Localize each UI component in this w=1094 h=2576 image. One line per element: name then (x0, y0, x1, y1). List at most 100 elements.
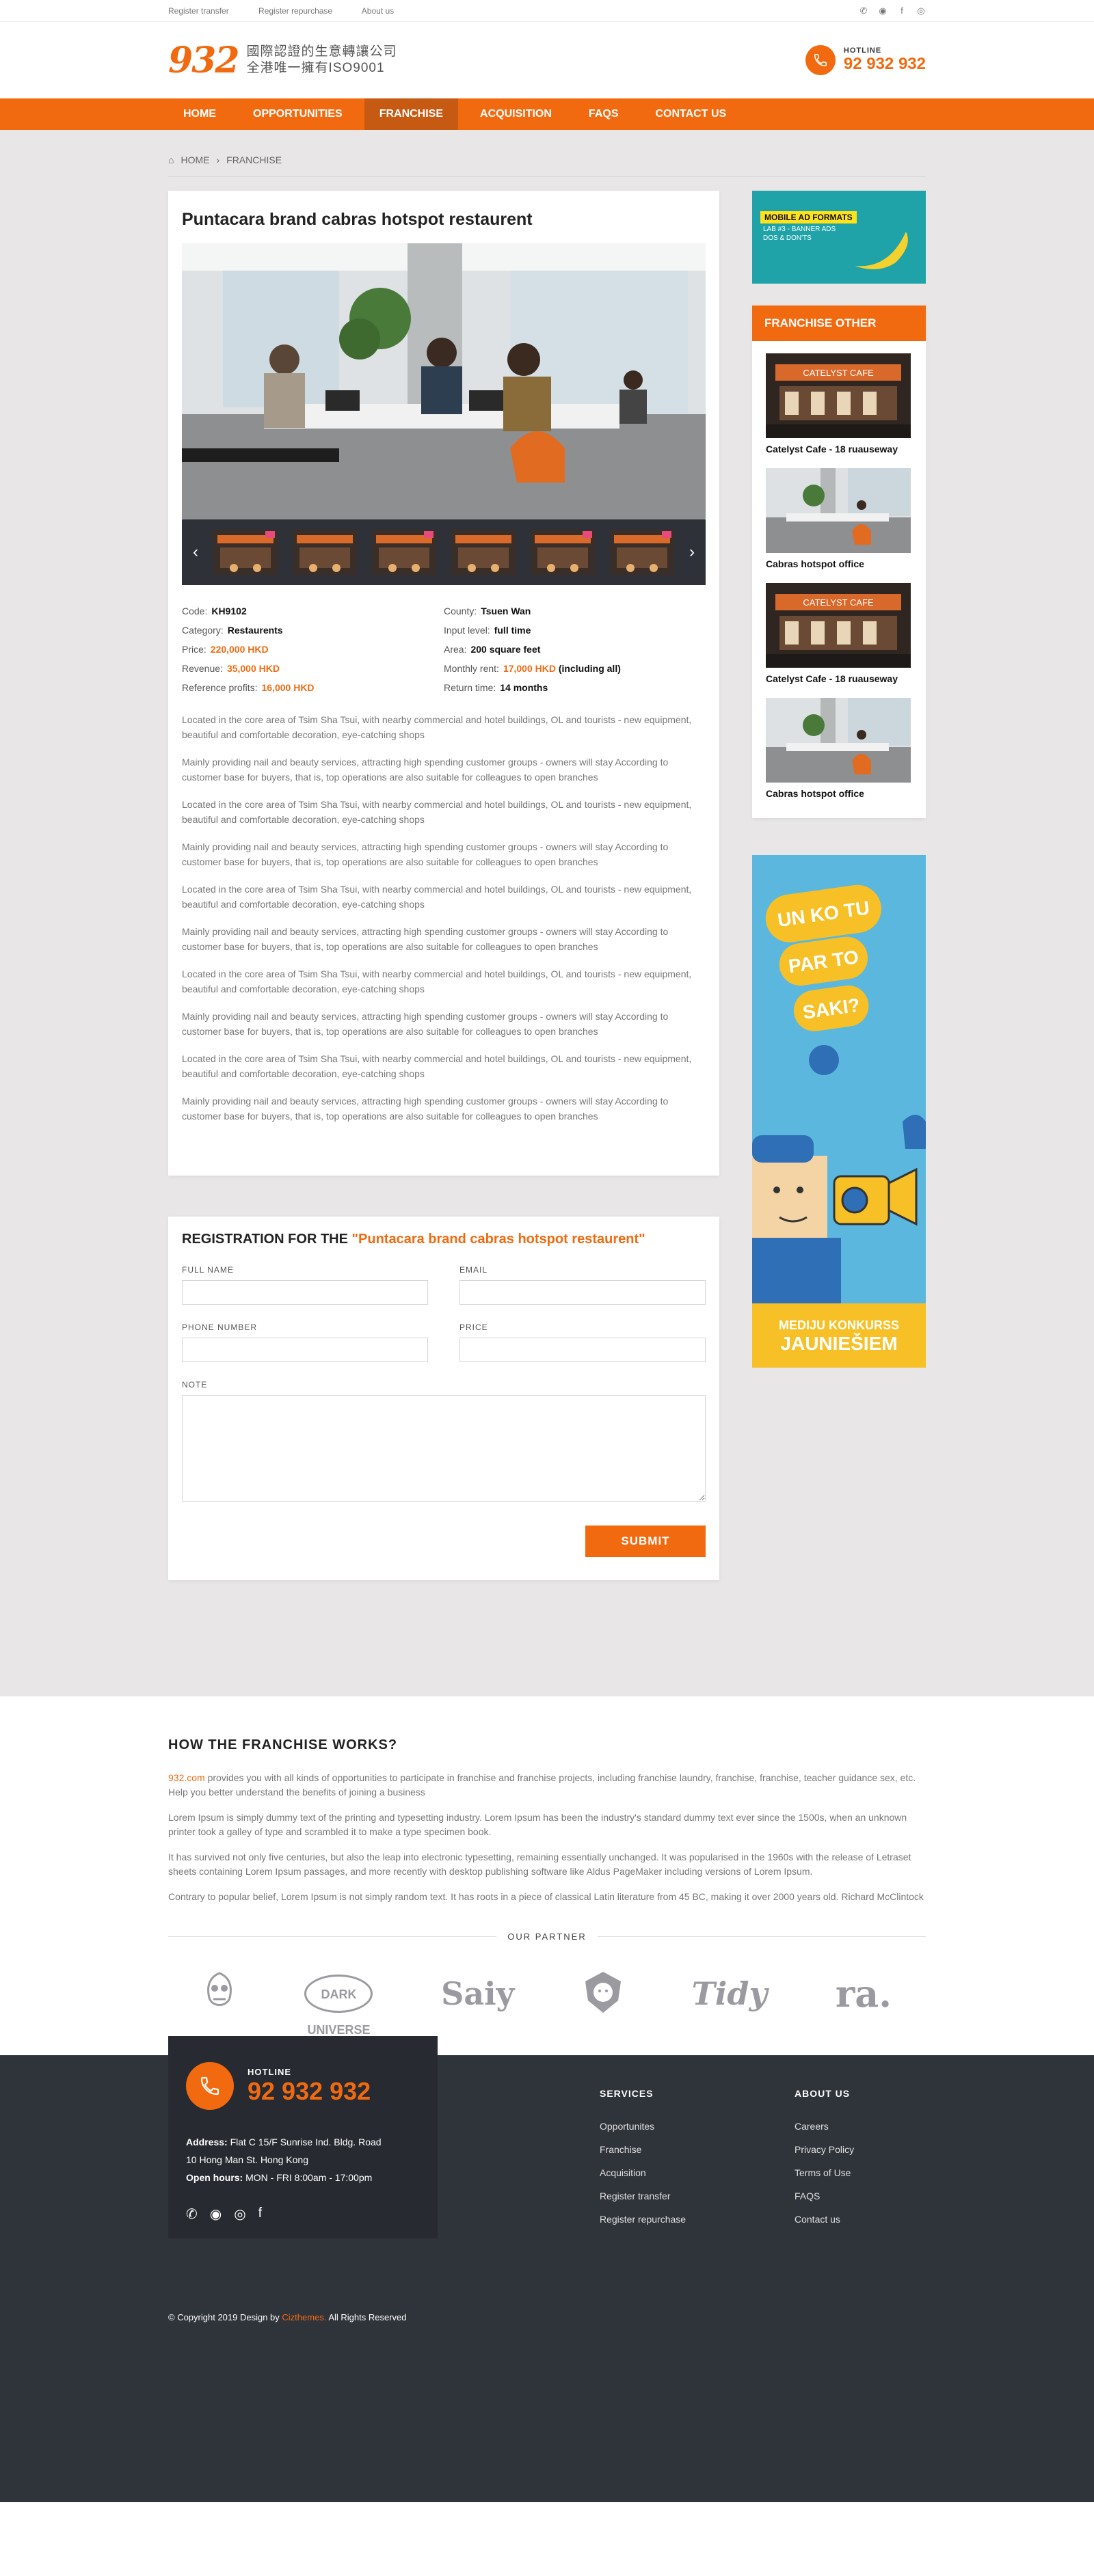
footer-link-privacy[interactable]: Privacy Policy (795, 2144, 854, 2155)
banner-ad-media-contest[interactable]: UN KO TU PAR TO SAKI? MEDIJU KONKURSS JA… (752, 855, 926, 1368)
next-arrow-icon[interactable]: › (689, 543, 695, 562)
listing-specs: Code: KH9102 County: Tsuen Wan Category: Re… (182, 606, 706, 693)
register-transfer-link[interactable]: Register transfer (168, 6, 229, 16)
nav-contact-us[interactable]: CONTACT US (640, 98, 741, 130)
register-repurchase-link[interactable]: Register repurchase (258, 6, 332, 16)
footer-link-contact[interactable]: Contact us (795, 2214, 854, 2225)
spec-label: Category: (182, 625, 224, 636)
footer-link-terms[interactable]: Terms of Use (795, 2167, 854, 2178)
thumbnail[interactable] (610, 530, 674, 575)
description-paragraph: Mainly providing nail and beauty service… (182, 757, 669, 783)
thumbnail[interactable] (451, 530, 516, 575)
partner-label: OUR PARTNER (507, 1931, 587, 1942)
header-hotline[interactable]: HOTLINE 92 932 932 (805, 45, 926, 75)
footer-link-faqs[interactable]: FAQS (795, 2191, 854, 2201)
instagram-icon[interactable]: ◎ (234, 2206, 245, 2223)
full-name-input[interactable] (182, 1280, 428, 1305)
spec-label: Reference profits: (182, 682, 258, 693)
footer-link-opportunites[interactable]: Opportunites (600, 2121, 686, 2132)
franchise-other-item[interactable]: CATELYST CAFE Catelyst Cafe - 18 ruausew… (766, 583, 912, 684)
listing-main-photo[interactable] (182, 243, 706, 519)
franchise-other-name[interactable]: Catelyst Cafe - 18 ruauseway (766, 673, 912, 684)
listing-title: Puntacara brand cabras hotspot restauren… (182, 210, 533, 229)
thumbnail[interactable] (531, 530, 595, 575)
works-paragraph: 932.com provides you with all kinds of o… (168, 1771, 926, 1800)
whatsapp-icon[interactable]: ✆ (186, 2206, 198, 2223)
saiy-logo[interactable]: Saiy (441, 1975, 514, 2012)
thumbnail[interactable] (372, 530, 436, 575)
franchise-other-item[interactable]: Cabras hotspot office (766, 698, 912, 799)
nav-faqs[interactable]: FAQS (574, 98, 634, 130)
description-paragraph: Located in the core area of Tsim Sha Tsu… (182, 884, 692, 910)
franchise-other-title: FRANCHISE OTHER (752, 306, 926, 341)
hotline-label: HOTLINE (843, 46, 882, 55)
franchise-other-item[interactable]: CATELYST CAFE Catelyst Cafe - 18 ruausew… (766, 353, 912, 455)
footer-link-franchise[interactable]: Franchise (600, 2144, 686, 2155)
dark-universe-logo[interactable]: DARK UNIVERSE (304, 1975, 373, 2037)
franchise-other-item[interactable]: Cabras hotspot office (766, 468, 912, 569)
footer-link-register-transfer[interactable]: Register transfer (600, 2191, 686, 2201)
logo-line-1: 國際認證的生意轉讓公司 (246, 44, 397, 59)
owl-logo-icon[interactable] (202, 1970, 237, 2018)
spec-value: 17,000 HKD (503, 663, 556, 674)
home-icon[interactable]: ⌂ (168, 154, 174, 165)
prev-arrow-icon[interactable]: ‹ (193, 543, 198, 562)
nav-acquisition[interactable]: ACQUISITION (465, 98, 567, 130)
description-paragraph: Located in the core area of Tsim Sha Tsu… (182, 799, 692, 825)
logo-number: 932 (168, 39, 240, 81)
nav-opportunities[interactable]: OPPORTUNITIES (238, 98, 358, 130)
cafe-photo: CATELYST CAFE (766, 353, 911, 438)
weibo-icon[interactable]: ◉ (210, 2206, 222, 2223)
about-us-link[interactable]: About us (362, 6, 394, 16)
registration-form: REGISTRATION FOR THE "Puntacara brand ca… (168, 1217, 719, 1580)
site-logo[interactable]: 932 國際認證的生意轉讓公司 全港唯一擁有ISO9001 (168, 40, 397, 81)
ra-logo[interactable]: ra. (836, 1972, 892, 2016)
nav-home[interactable]: HOME (168, 98, 231, 130)
instagram-icon[interactable]: ◎ (916, 5, 926, 16)
footer-address: Address: Flat C 15/F Sunrise Ind. Bldg. … (186, 2133, 420, 2151)
registration-title: REGISTRATION FOR THE "Puntacara brand ca… (182, 1232, 706, 1247)
copyright-brand-link[interactable]: Cizthemes. (282, 2312, 326, 2322)
facebook-icon[interactable]: f (897, 5, 907, 16)
spec-code: Code: KH9102 (182, 606, 444, 616)
spec-label: Area: (444, 644, 467, 655)
footer-hotline-number[interactable]: 92 932 932 (248, 2077, 371, 2106)
description-paragraph: Mainly providing nail and beauty service… (182, 926, 669, 952)
breadcrumb-home[interactable]: HOME (181, 154, 209, 165)
weibo-icon[interactable]: ◉ (878, 5, 888, 16)
lion-logo-icon[interactable] (583, 1970, 624, 2018)
spec-price: Price: 220,000 HKD (182, 644, 444, 655)
description-paragraph: Mainly providing nail and beauty service… (182, 1011, 669, 1037)
nav-franchise[interactable]: FRANCHISE (364, 98, 459, 130)
spec-monthly-rent: Monthly rent: 17,000 HKD (including all) (444, 663, 706, 674)
site-link[interactable]: 932.com (168, 1772, 205, 1783)
spec-input-level: Input level: full time (444, 625, 706, 636)
thumbnail[interactable] (293, 530, 357, 575)
footer-link-careers[interactable]: Careers (795, 2121, 854, 2132)
footer-address-line-2: 10 Hong Man St. Hong Kong (186, 2154, 309, 2165)
price-input[interactable] (459, 1338, 706, 1362)
ad-text: LAB #3 - BANNER ADS DOS & DON'TS (763, 225, 836, 243)
footer-link-acquisition[interactable]: Acquisition (600, 2167, 686, 2178)
whatsapp-icon[interactable]: ✆ (859, 5, 868, 16)
note-textarea[interactable] (182, 1395, 706, 1502)
franchise-other-name[interactable]: Cabras hotspot office (766, 788, 912, 799)
tidy-logo[interactable]: Tidy (692, 1975, 768, 2012)
listing-column: Puntacara brand cabras hotspot restauren… (168, 191, 719, 1580)
thumbnail[interactable] (213, 530, 278, 575)
franchise-other-name[interactable]: Cabras hotspot office (766, 558, 912, 569)
site-footer: HOTLINE 92 932 932 Address: Flat C 15/F … (0, 2036, 1094, 2502)
registration-title-listing: "Puntacara brand cabras hotspot restaure… (351, 1232, 645, 1247)
footer-link-register-repurchase[interactable]: Register repurchase (600, 2214, 686, 2225)
works-title: HOW THE FRANCHISE WORKS? (168, 1737, 398, 1752)
email-input[interactable] (459, 1280, 706, 1305)
submit-button[interactable]: SUBMIT (585, 1526, 706, 1557)
spec-value: 16,000 HKD (261, 682, 315, 693)
hours-label: Open hours: (186, 2172, 243, 2183)
franchise-other-name[interactable]: Catelyst Cafe - 18 ruauseway (766, 444, 912, 455)
phone-input[interactable] (182, 1338, 428, 1362)
full-name-label: FULL NAME (182, 1265, 234, 1275)
banner-ad-mobile-formats[interactable]: MOBILE AD FORMATS LAB #3 - BANNER ADS DOS… (752, 191, 926, 284)
facebook-icon[interactable]: f (258, 2206, 263, 2223)
spec-value: 14 months (500, 682, 548, 693)
